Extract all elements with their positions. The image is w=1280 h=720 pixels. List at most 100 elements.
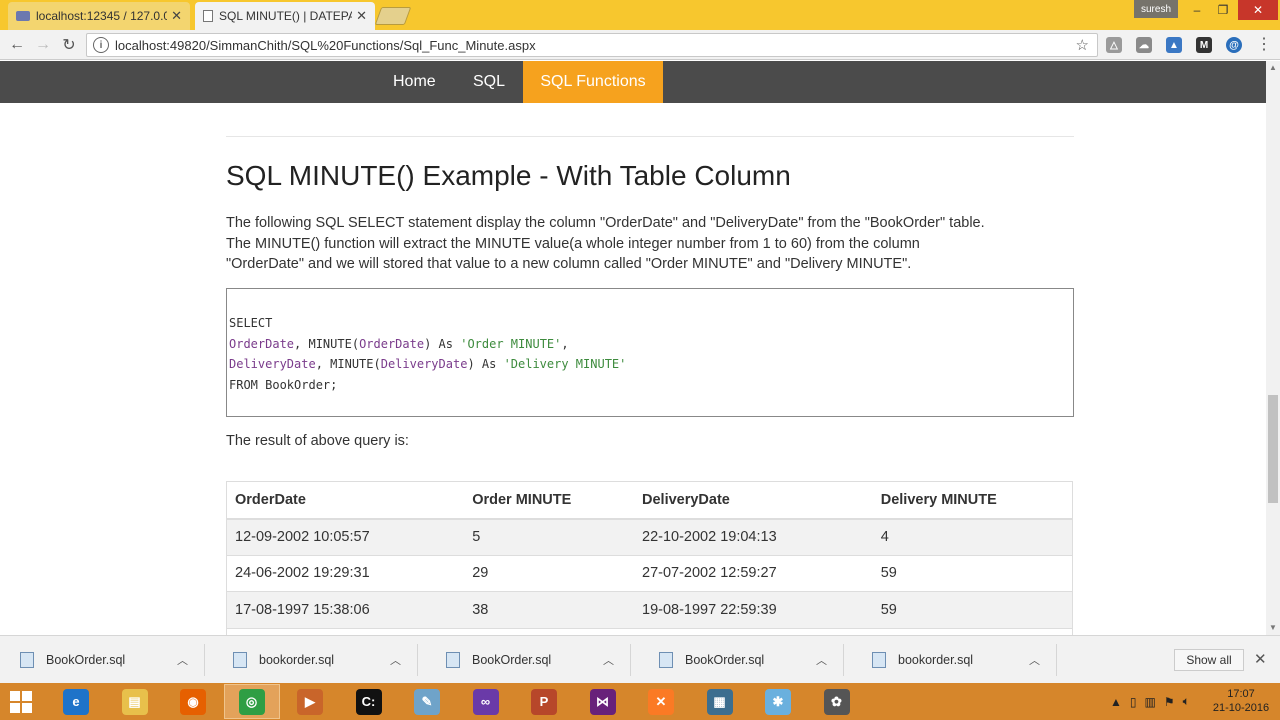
chevron-up-icon[interactable]: ︿ — [177, 652, 188, 668]
file-icon — [659, 652, 673, 668]
table-cell: 5 — [464, 518, 634, 555]
notepad-icon: ✎ — [414, 688, 440, 715]
address-bar[interactable]: i localhost:49820/SimmanChith/SQL%20Func… — [86, 33, 1098, 57]
downloads-bar: BookOrder.sql ︿ bookorder.sql ︿ BookOrde… — [0, 635, 1280, 683]
download-item[interactable]: bookorder.sql ︿ — [213, 644, 418, 676]
taskbar-app-button[interactable]: ✿ — [809, 684, 865, 719]
taskbar-app-button[interactable]: ⋈ — [575, 684, 631, 719]
taskbar-app-button[interactable]: ◉ — [165, 684, 221, 719]
profile-badge[interactable]: suresh — [1134, 0, 1178, 18]
column-header: Delivery MINUTE — [872, 481, 1073, 520]
nav-sql-functions[interactable]: SQL Functions — [523, 61, 663, 103]
forward-arrow-icon[interactable]: → — [32, 34, 54, 56]
media-player-icon: ▶ — [297, 688, 323, 715]
chevron-up-icon[interactable]: ︿ — [1029, 652, 1040, 668]
close-tab-icon[interactable]: ✕ — [171, 8, 182, 24]
back-arrow-icon[interactable]: ← — [6, 34, 28, 56]
analytics-extension-icon[interactable]: ▲ — [1166, 37, 1182, 53]
table-cell — [226, 627, 465, 635]
browser-tab-active[interactable]: SQL MINUTE() | DATEPAR ✕ — [195, 2, 375, 30]
chevron-up-icon[interactable]: ︿ — [603, 652, 614, 668]
visual-studio-infinity-icon: ∞ — [472, 688, 499, 715]
download-filename[interactable]: bookorder.sql — [259, 653, 390, 667]
bookmark-star-icon[interactable]: ☆ — [1076, 36, 1089, 54]
download-filename[interactable]: BookOrder.sql — [472, 653, 603, 667]
download-filename[interactable]: BookOrder.sql — [46, 653, 177, 667]
nav-home[interactable]: Home — [379, 61, 450, 103]
taskbar-app-button[interactable]: ◎ — [223, 684, 280, 719]
table-cell: 12-09-2002 10:05:57 — [226, 518, 465, 555]
taskbar-app-button[interactable]: ✕ — [633, 684, 689, 719]
taskbar-app-button[interactable]: C: — [341, 684, 397, 719]
windows-start-button[interactable] — [10, 691, 32, 713]
close-icon[interactable]: ✕ — [1254, 650, 1267, 668]
volume-icon[interactable]: 🔈︎ — [1183, 694, 1190, 709]
battery-icon[interactable]: ▯ — [1130, 695, 1137, 709]
flag-icon[interactable]: ⚑ — [1164, 695, 1175, 709]
file-icon — [233, 652, 247, 668]
code-block: SELECT OrderDate, MINUTE(OrderDate) As '… — [226, 288, 1074, 417]
taskbar-app-button[interactable]: ✎ — [399, 684, 455, 719]
paint-icon: ✱ — [765, 688, 791, 715]
description-line: "OrderDate" and we will stored that valu… — [226, 256, 912, 272]
close-window-button[interactable]: ✕ — [1238, 0, 1278, 20]
result-table: OrderDate Order MINUTE DeliveryDate Deli… — [226, 481, 1073, 635]
taskbar-app-button[interactable]: P — [516, 684, 572, 719]
table-header-row: OrderDate Order MINUTE DeliveryDate Deli… — [226, 481, 1073, 520]
table-cell: 59 — [872, 591, 1073, 628]
scroll-down-icon[interactable]: ▼ — [1266, 621, 1280, 635]
table-row: 24-06-2002 19:29:31 29 27-07-2002 12:59:… — [226, 554, 1073, 592]
gmail-extension-icon[interactable]: M — [1196, 37, 1212, 53]
sql-server-icon: ▦ — [706, 688, 733, 715]
chrome-menu-icon[interactable]: ⋮ — [1256, 36, 1272, 54]
download-item[interactable]: BookOrder.sql ︿ — [0, 644, 205, 676]
new-tab-button[interactable] — [374, 7, 412, 25]
result-label: The result of above query is: — [226, 433, 409, 449]
scroll-up-icon[interactable]: ▲ — [1266, 61, 1280, 75]
page-scrollbar[interactable]: ▲ ▼ — [1266, 61, 1280, 635]
description-line: The following SQL SELECT statement displ… — [226, 215, 985, 231]
table-cell — [872, 627, 1073, 635]
code-column: OrderDate — [359, 336, 425, 351]
taskbar-app-button[interactable]: ✱ — [750, 684, 806, 719]
table-cell: 17-08-1997 15:38:06 — [226, 591, 465, 628]
minimize-button[interactable]: – — [1184, 0, 1210, 20]
taskbar-app-button[interactable]: ▦ — [692, 684, 748, 719]
reload-icon[interactable]: ↻ — [58, 34, 80, 56]
download-item[interactable]: BookOrder.sql ︿ — [426, 644, 631, 676]
info-icon[interactable]: i — [93, 37, 109, 53]
table-cell: 27-07-2002 12:59:27 — [634, 554, 873, 592]
network-icon[interactable]: ▥ — [1145, 695, 1156, 709]
maximize-button[interactable]: ❐ — [1210, 0, 1236, 20]
download-item[interactable]: BookOrder.sql ︿ — [639, 644, 844, 676]
browser-toolbar: ← → ↻ i localhost:49820/SimmanChith/SQL%… — [0, 30, 1280, 60]
table-row: 17-08-1997 15:38:06 38 19-08-1997 22:59:… — [226, 591, 1073, 628]
show-hidden-icons-icon[interactable]: ▲ — [1110, 695, 1122, 709]
download-filename[interactable]: bookorder.sql — [898, 653, 1029, 667]
close-tab-icon[interactable]: ✕ — [356, 8, 367, 24]
table-cell: 29 — [464, 554, 634, 592]
chevron-up-icon[interactable]: ︿ — [390, 652, 401, 668]
code-text: , — [561, 336, 569, 351]
clock[interactable]: 17:07 21-10-2016 — [1206, 687, 1276, 715]
taskbar-app-button[interactable]: ▶ — [282, 684, 338, 719]
browser-tab-phpmyadmin[interactable]: localhost:12345 / 127.0.0 ✕ — [8, 2, 190, 30]
at-extension-icon[interactable]: @ — [1226, 37, 1242, 53]
cloud-extension-icon[interactable]: ☁ — [1136, 37, 1152, 53]
chevron-up-icon[interactable]: ︿ — [816, 652, 827, 668]
taskbar-app-button[interactable]: ∞ — [458, 684, 514, 719]
nav-sql[interactable]: SQL — [459, 61, 519, 103]
taskbar-app-button[interactable]: e — [48, 684, 104, 719]
taskbar-app-button[interactable]: ▤ — [107, 684, 163, 719]
table-cell — [634, 627, 873, 635]
scroll-thumb[interactable] — [1268, 395, 1278, 503]
url-text[interactable]: localhost:49820/SimmanChith/SQL%20Functi… — [115, 38, 1076, 53]
show-all-button[interactable]: Show all — [1174, 649, 1244, 671]
drive-extension-icon[interactable]: △ — [1106, 37, 1122, 53]
download-item[interactable]: bookorder.sql ︿ — [852, 644, 1057, 676]
table-cell: 22-10-2002 19:04:13 — [634, 518, 873, 555]
table-cell: 24-06-2002 19:29:31 — [226, 554, 465, 592]
column-header: DeliveryDate — [634, 481, 873, 520]
download-filename[interactable]: BookOrder.sql — [685, 653, 816, 667]
file-explorer-icon: ▤ — [121, 688, 148, 715]
